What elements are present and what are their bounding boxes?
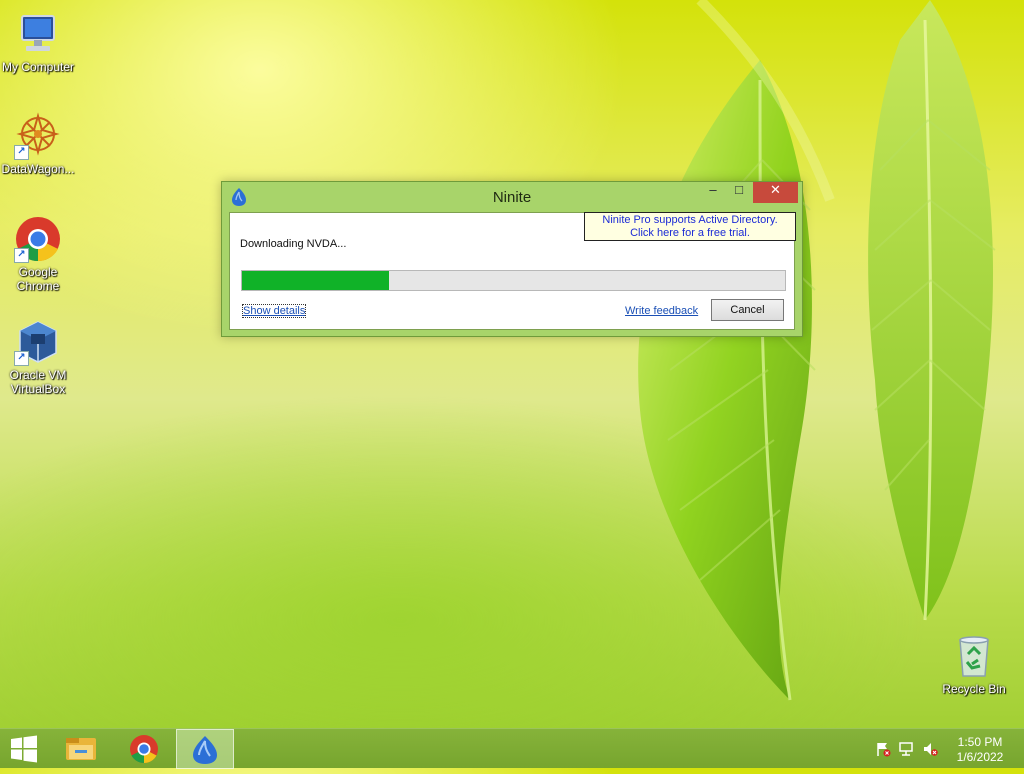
- taskbar-ninite[interactable]: [176, 729, 234, 769]
- desktop-icon-recycle-bin[interactable]: Recycle Bin: [936, 632, 1012, 696]
- desktop-icon-label: DataWagon...: [1, 162, 75, 176]
- minimize-button[interactable]: –: [700, 182, 726, 203]
- taskbar-clock[interactable]: 1:50 PM 1/6/2022: [948, 735, 1012, 765]
- chrome-icon: [130, 735, 158, 764]
- promo-line-1: Ninite Pro supports Active Directory.: [602, 214, 778, 226]
- virtualbox-icon: ↗: [14, 318, 62, 366]
- desktop-icon-my-computer[interactable]: My Computer: [0, 10, 76, 74]
- shortcut-arrow-icon: ↗: [14, 351, 29, 366]
- desktop-icon-label: Recycle Bin: [942, 682, 1006, 696]
- network-icon[interactable]: [898, 741, 914, 757]
- taskbar: 1:50 PM 1/6/2022: [0, 728, 1024, 769]
- close-button[interactable]: ✕: [753, 182, 798, 203]
- datawagon-icon: ↗: [14, 112, 62, 160]
- taskbar-file-explorer[interactable]: [57, 729, 105, 769]
- window-client-area: Ninite Pro supports Active Directory. Cl…: [229, 212, 796, 330]
- progress-bar-fill: [242, 271, 389, 290]
- download-status: Downloading NVDA...: [240, 238, 347, 250]
- computer-icon: [14, 10, 62, 58]
- show-details-link[interactable]: Show details: [241, 304, 307, 318]
- chrome-icon: ↗: [14, 215, 62, 263]
- volume-muted-icon[interactable]: [922, 741, 938, 757]
- clock-time: 1:50 PM: [957, 735, 1003, 749]
- desktop-icon-datawagon[interactable]: ↗ DataWagon...: [0, 112, 76, 176]
- file-explorer-icon: [66, 738, 96, 760]
- desktop-icon-virtualbox[interactable]: ↗ Oracle VM VirtualBox: [0, 318, 76, 396]
- desktop-icon-label: Oracle VM VirtualBox: [9, 368, 67, 396]
- write-feedback-link[interactable]: Write feedback: [625, 305, 698, 317]
- maximize-button[interactable]: □: [726, 182, 752, 203]
- action-center-flag-icon[interactable]: [875, 741, 891, 757]
- ninite-window: Ninite – □ ✕ Ninite Pro supports Active …: [221, 181, 803, 337]
- start-icon: [11, 735, 37, 763]
- window-titlebar[interactable]: Ninite – □ ✕: [222, 182, 802, 212]
- start-button[interactable]: [0, 729, 48, 769]
- desktop-wallpaper: [638, 0, 996, 701]
- progress-bar: [241, 270, 786, 291]
- ninite-icon: [193, 736, 217, 764]
- taskbar-chrome[interactable]: [118, 729, 170, 769]
- desktop-icon-label: Google Chrome: [16, 265, 60, 293]
- desktop-icon-google-chrome[interactable]: ↗ Google Chrome: [0, 215, 76, 293]
- shortcut-arrow-icon: ↗: [14, 248, 29, 263]
- promo-line-2: Click here for a free trial.: [630, 227, 750, 239]
- desktop-icon-label: My Computer: [1, 60, 75, 74]
- cancel-button[interactable]: Cancel: [711, 299, 784, 321]
- recycle-bin-icon: [950, 632, 998, 680]
- shortcut-arrow-icon: ↗: [14, 145, 29, 160]
- ninite-pro-promo-link[interactable]: Ninite Pro supports Active Directory. Cl…: [584, 212, 796, 241]
- clock-date: 1/6/2022: [956, 750, 1004, 764]
